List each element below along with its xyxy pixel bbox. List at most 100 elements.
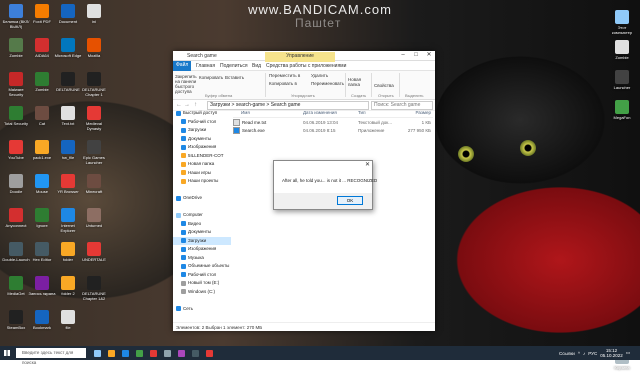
tab-app-tools[interactable]: Средства работы с приложениями (263, 62, 349, 70)
desktop-icon[interactable]: Mozilla (80, 36, 108, 68)
nav-item[interactable]: Windows (C:) (173, 288, 231, 297)
desktop-icon[interactable]: hw_file (54, 138, 82, 170)
desktop-icon[interactable]: Zombie (608, 38, 636, 70)
nav-item[interactable]: Рабочий стол (173, 118, 231, 127)
start-button[interactable] (0, 346, 14, 360)
desktop-icon[interactable]: Zombie (28, 70, 56, 102)
nav-item[interactable]: Новый том (E:) (173, 279, 231, 288)
desktop-icon[interactable]: Foxit PDF (28, 2, 56, 34)
file-row[interactable]: Search.exe 04.06.2019 8:15 Приложение 277 9… (233, 126, 433, 134)
taskbar-search[interactable]: Введите здесь текст для поиска (16, 348, 86, 365)
desktop-icon[interactable]: Этот компьютер (608, 8, 636, 40)
taskbar-steam-button[interactable] (160, 346, 174, 360)
desktop-icon[interactable]: Text.txt (54, 104, 82, 136)
language-indicator[interactable]: РУС (588, 351, 597, 356)
nav-item[interactable]: Быстрый доступ (173, 109, 231, 118)
nav-item[interactable]: OneDrive (173, 194, 231, 203)
dialog-close-icon[interactable]: ✕ (365, 161, 370, 168)
desktop-icon[interactable]: Malware Security (2, 70, 30, 102)
nav-item[interactable]: Наши игры (173, 169, 231, 178)
close-icon[interactable]: ✕ (423, 51, 435, 60)
new-folder-button[interactable]: Новая папка (348, 77, 368, 87)
desktop-icon[interactable]: DELTARUNE (54, 70, 82, 102)
desktop-icon[interactable]: Microsoft Edge (54, 36, 82, 68)
tab-manage[interactable]: Управление (265, 52, 335, 62)
move-to-button[interactable]: Переместить в (269, 73, 300, 78)
notification-icon[interactable]: ▭ (626, 350, 630, 356)
taskbar-task-view-button[interactable] (90, 346, 104, 360)
up-icon[interactable]: ↑ (194, 102, 197, 108)
tab-home[interactable]: Главная (193, 62, 218, 70)
desktop-icon[interactable]: Epic Games Launcher (80, 138, 108, 170)
taskbar-chrome-button[interactable] (132, 346, 146, 360)
desktop-icon[interactable]: Double-Launch (2, 240, 30, 272)
taskbar-photo-button[interactable] (174, 346, 188, 360)
desktop-icon[interactable]: MediaGet (2, 274, 30, 306)
column-size[interactable]: Размер (403, 109, 431, 117)
desktop-icon[interactable]: AIDA64 (28, 36, 56, 68)
copy-button[interactable]: Копировать (199, 75, 223, 80)
nav-item[interactable]: Новая папка (173, 160, 231, 169)
taskbar-bandicam-button[interactable] (202, 346, 216, 360)
desktop-icon[interactable]: Белинка (ВКЛ/ВЫКЛ) (2, 2, 30, 34)
properties-button[interactable]: Свойства (374, 83, 394, 88)
tab-share[interactable]: Поделиться (217, 62, 251, 70)
nav-item[interactable]: Наши проекты (173, 177, 231, 186)
maximize-icon[interactable]: □ (410, 51, 422, 60)
column-type[interactable]: Тип (358, 109, 403, 117)
desktop-icon[interactable]: Bookmark (28, 308, 56, 340)
chevron-up-icon[interactable]: ^ (578, 351, 580, 356)
links-label[interactable]: Ссылки (559, 351, 575, 356)
column-date[interactable]: Дата изменения (303, 109, 358, 117)
desktop-icon[interactable]: YR Browser (54, 172, 82, 204)
tab-view[interactable]: Вид (249, 62, 264, 70)
desktop-icon[interactable]: ini (80, 2, 108, 34)
nav-item[interactable]: Загрузки (173, 236, 231, 245)
desktop-icon[interactable]: Internet Explorer (54, 206, 82, 238)
desktop-icon[interactable]: folder 2 (54, 274, 82, 306)
nav-item[interactable]: Изображения (173, 245, 231, 254)
desktop-icon[interactable]: DELTARUNE Chapter 1&2 (80, 274, 108, 306)
minimize-icon[interactable]: – (397, 51, 409, 60)
desktop-icon[interactable]: Document (54, 2, 82, 34)
taskbar-yandex-button[interactable] (146, 346, 160, 360)
ok-button[interactable]: OK (337, 196, 363, 205)
clock[interactable]: 15:12 05.10.2022 (600, 348, 623, 358)
desktop-icon[interactable]: Ignore (28, 206, 56, 238)
nav-item[interactable]: Изображения (173, 143, 231, 152)
nav-item[interactable]: Документы (173, 228, 231, 237)
desktop-icon[interactable]: Total Security (2, 104, 30, 136)
desktop-icon[interactable]: Unturned (80, 206, 108, 238)
taskbar-explorer-button[interactable] (104, 346, 118, 360)
desktop-icon[interactable]: MegaFon (608, 98, 636, 130)
nav-item[interactable]: Видео (173, 220, 231, 229)
desktop-icon[interactable]: Hex Editor (28, 240, 56, 272)
desktop-icon[interactable]: file (54, 308, 82, 340)
back-icon[interactable]: ← (176, 102, 182, 108)
column-name[interactable]: Имя (233, 109, 303, 117)
desktop-icon[interactable]: DELTARUNE Chapter 1 (80, 70, 108, 102)
copy-to-button[interactable]: Копировать в (269, 81, 297, 86)
pin-button[interactable]: Закрепить на панели быстрого доступа (175, 74, 197, 94)
desktop-icon[interactable]: Mouse (28, 172, 56, 204)
desktop-icon[interactable]: Cat (28, 104, 56, 136)
desktop-icon[interactable]: SteamBox (2, 308, 30, 340)
tab-file[interactable]: Файл (173, 61, 192, 71)
desktop-icon[interactable]: YouTube (2, 138, 30, 170)
nav-item[interactable]: Объемные объекты (173, 262, 231, 271)
nav-item[interactable]: Сеть (173, 305, 231, 314)
delete-button[interactable]: Удалить (311, 73, 328, 78)
taskbar-edge-button[interactable] (118, 346, 132, 360)
nav-item[interactable]: 5ILLENDER-COT (173, 152, 231, 161)
forward-icon[interactable]: → (184, 102, 190, 108)
desktop-icon[interactable]: UNDERTALE (80, 240, 108, 272)
desktop-icon[interactable]: pack1.exe (28, 138, 56, 170)
speaker-icon[interactable]: ♪ (583, 351, 585, 356)
paste-button[interactable]: Вставить (225, 75, 244, 80)
desktop-icon[interactable]: folder (54, 240, 82, 272)
nav-item[interactable]: Загрузки (173, 126, 231, 135)
desktop-icon[interactable]: Minecraft (80, 172, 108, 204)
nav-item[interactable]: Музыка (173, 254, 231, 263)
nav-item[interactable]: Computer (173, 211, 231, 220)
nav-item[interactable]: Документы (173, 135, 231, 144)
